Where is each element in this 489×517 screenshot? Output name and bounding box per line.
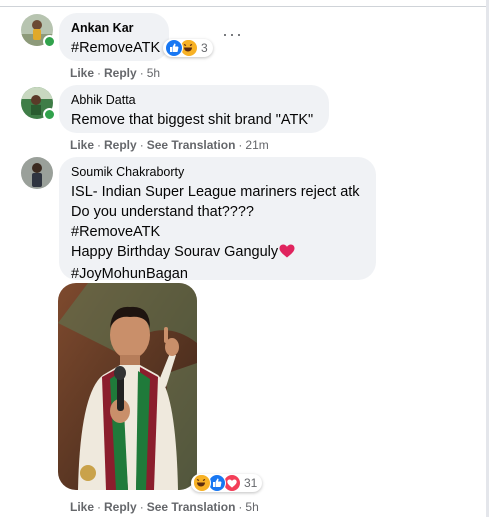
timestamp[interactable]: 5h <box>147 66 160 80</box>
reaction-count: 31 <box>244 476 258 490</box>
comment-bubble-2: Abhik Datta Remove that biggest shit bra… <box>59 85 329 133</box>
see-translation-link[interactable]: See Translation <box>147 138 236 152</box>
reaction-summary[interactable]: 3 <box>163 39 213 57</box>
comment-actions-1: Like · Reply · 5h <box>70 66 161 80</box>
comment-hashtag[interactable]: #JoyMohunBagan <box>71 264 364 284</box>
comment-actions-2: Like · Reply · See Translation · 21m <box>70 138 269 152</box>
comment-actions-3: Like · Reply · See Translation · 5h <box>70 500 259 514</box>
birthday-text[interactable]: Happy Birthday Sourav Ganguly <box>71 244 278 260</box>
avatar-soumik-chakraborty[interactable] <box>21 157 53 189</box>
comment-bubble-1: Ankan Kar #RemoveATK <box>59 13 169 61</box>
comment-text-line: Happy Birthday Sourav Ganguly <box>71 242 364 264</box>
haha-icon <box>193 474 211 492</box>
reply-button[interactable]: Reply <box>104 500 137 514</box>
reply-button[interactable]: Reply <box>104 138 137 152</box>
comment-text-line[interactable]: Do you understand that???? <box>71 202 364 222</box>
comment-text-line[interactable]: #RemoveATK <box>71 38 160 58</box>
comment-text-line[interactable]: ISL- Indian Super League mariners reject… <box>71 182 364 202</box>
like-button[interactable]: Like <box>70 66 94 80</box>
online-status-indicator <box>43 108 56 121</box>
timestamp[interactable]: 21m <box>245 138 268 152</box>
comment-author[interactable]: Soumik Chakraborty <box>71 165 364 179</box>
like-icon <box>165 39 183 57</box>
window-top-border <box>0 0 489 7</box>
comment-hashtag[interactable]: #RemoveATK <box>71 222 364 242</box>
timestamp[interactable]: 5h <box>245 500 258 514</box>
heart-icon <box>279 244 295 264</box>
more-options-icon[interactable]: ··· <box>222 24 243 45</box>
online-status-indicator <box>43 35 56 48</box>
reply-button[interactable]: Reply <box>104 66 137 80</box>
see-translation-link[interactable]: See Translation <box>147 500 236 514</box>
comment-photo-attachment[interactable] <box>58 283 197 490</box>
reaction-summary[interactable]: 31 <box>191 474 263 492</box>
comment-text-line[interactable]: Remove that biggest shit brand "ATK" <box>71 110 317 130</box>
comment-author[interactable]: Ankan Kar <box>71 21 157 35</box>
comment-bubble-3: Soumik Chakraborty ISL- Indian Super Lea… <box>59 157 376 282</box>
comment-author[interactable]: Abhik Datta <box>71 93 317 107</box>
like-button[interactable]: Like <box>70 138 94 152</box>
like-button[interactable]: Like <box>70 500 94 514</box>
reaction-count: 3 <box>201 41 208 55</box>
